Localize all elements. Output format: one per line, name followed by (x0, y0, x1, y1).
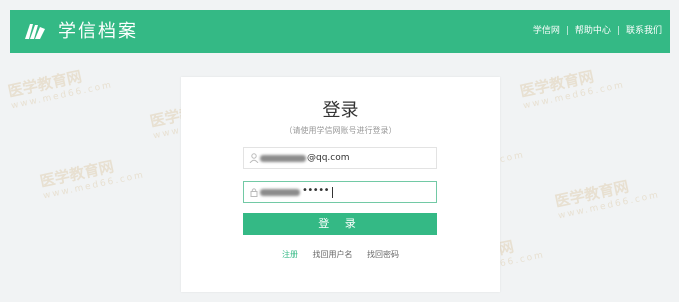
top-nav: 学信网 | 帮助中心 | 联系我们 (533, 25, 662, 37)
watermark: 医学教育网www.med66.com (6, 67, 114, 112)
login-title: 登录 (322, 100, 359, 121)
login-links: 注册 找回用户名 找回密码 (181, 250, 500, 260)
nav-separator: | (565, 26, 569, 36)
password-field[interactable]: ••••• (243, 181, 437, 203)
user-icon (249, 153, 259, 163)
redacted-username (260, 155, 306, 162)
username-value: @qq.com (307, 153, 350, 163)
brand-title[interactable]: 学信档案 (58, 21, 138, 43)
password-value: ••••• (302, 185, 330, 196)
find-username-link[interactable]: 找回用户名 (313, 250, 353, 259)
login-button[interactable]: 登 录 (243, 213, 437, 235)
watermark: 医学教育网www.med66.com (518, 67, 626, 112)
watermark: 医学教育网www.med66.com (553, 177, 661, 222)
login-subtitle: （请使用学信网账号进行登录） (284, 126, 397, 135)
watermark: 医学教育网www.med66.com (38, 157, 146, 202)
username-field[interactable]: @qq.com (243, 147, 437, 169)
register-link[interactable]: 注册 (282, 250, 298, 259)
nav-separator: | (616, 26, 620, 36)
top-header-bar: 学信档案 学信网 | 帮助中心 | 联系我们 (10, 10, 670, 53)
redacted-password (260, 189, 300, 196)
nav-link-chsi[interactable]: 学信网 (533, 25, 560, 37)
lock-icon (250, 188, 258, 197)
login-card: 登录 （请使用学信网账号进行登录） @qq.com ••••• 登 录 注册 找… (181, 77, 500, 292)
book-logo-icon[interactable] (24, 21, 46, 41)
text-cursor (332, 187, 333, 198)
nav-link-contact[interactable]: 联系我们 (626, 25, 662, 37)
nav-link-help[interactable]: 帮助中心 (575, 25, 611, 37)
find-password-link[interactable]: 找回密码 (367, 250, 399, 259)
